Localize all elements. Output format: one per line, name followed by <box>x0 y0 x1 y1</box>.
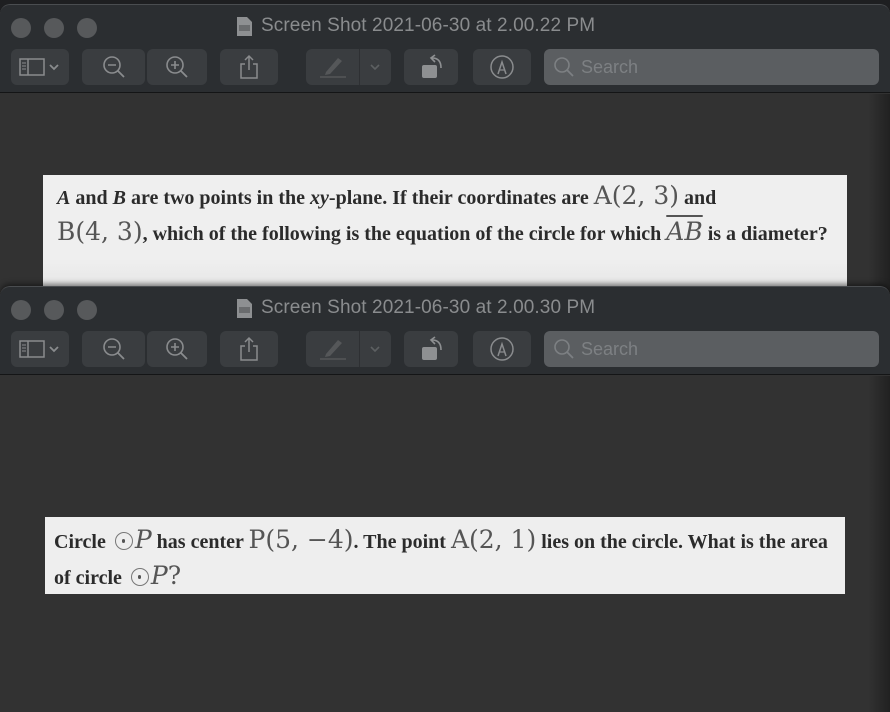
share-icon <box>240 336 258 361</box>
zoom-window-button[interactable] <box>77 18 97 38</box>
window-controls <box>11 300 97 320</box>
text: is a diameter? <box>702 223 828 245</box>
zoom-in-icon <box>166 338 188 360</box>
text: and <box>679 187 717 209</box>
zoom-in-button[interactable] <box>147 49 207 85</box>
rotate-icon <box>422 336 442 360</box>
sidebar-toggle-button[interactable] <box>11 49 69 85</box>
text: has center <box>151 531 249 553</box>
window-title: Screen Shot 2021-06-30 at 2.00.30 PM <box>236 295 595 321</box>
document-icon <box>237 16 252 36</box>
xy-text: xy <box>310 187 329 209</box>
var-p: P <box>150 561 168 590</box>
window-titlebar: Screen Shot 2021-06-30 at 2.00.30 PM <box>0 286 890 375</box>
highlight-menu-button[interactable] <box>360 49 390 85</box>
window-controls <box>11 18 97 38</box>
text: Circle <box>54 531 111 553</box>
preview-window-2: Screen Shot 2021-06-30 at 2.00.30 PM Sea… <box>0 286 890 712</box>
markup-icon <box>490 55 514 79</box>
sidebar-toggle-button[interactable] <box>11 331 69 367</box>
text: are two points in the <box>125 187 311 209</box>
zoom-out-button[interactable] <box>82 331 145 367</box>
close-button[interactable] <box>11 300 31 320</box>
minimize-button[interactable] <box>44 300 64 320</box>
center-coordinates: P(5, −4) <box>248 525 354 554</box>
question-text: Circle P has center P(5, −4). The point … <box>45 517 845 594</box>
rotate-icon <box>422 54 442 78</box>
highlighter-icon <box>319 58 346 78</box>
markup-button[interactable] <box>473 331 531 367</box>
segment-ab: AB <box>666 217 703 246</box>
var-p: P <box>134 525 152 554</box>
minimize-button[interactable] <box>44 18 64 38</box>
rotate-button[interactable] <box>404 49 458 85</box>
toolbar <box>0 331 890 367</box>
highlight-button[interactable] <box>306 49 360 85</box>
share-button[interactable] <box>220 49 278 85</box>
highlight-menu-button[interactable] <box>360 331 390 367</box>
markup-icon <box>490 337 514 361</box>
circle-dot-icon <box>130 568 149 586</box>
highlight-button-group <box>306 331 391 367</box>
search-field[interactable] <box>544 49 879 85</box>
document-canvas: A and B are two points in the xy-plane. … <box>0 94 890 294</box>
circle-dot-icon <box>114 532 133 550</box>
text: -plane. If their coordinates are <box>328 187 594 209</box>
zoom-out-icon <box>102 56 125 78</box>
preview-window-1: Screen Shot 2021-06-30 at 2.00.22 PM Sea… <box>0 4 890 294</box>
highlight-button[interactable] <box>306 331 360 367</box>
search-input[interactable] <box>581 56 861 78</box>
search-input[interactable] <box>581 338 861 360</box>
zoom-in-icon <box>166 56 188 78</box>
share-button[interactable] <box>220 331 278 367</box>
text: and <box>70 187 113 209</box>
toolbar <box>0 49 890 85</box>
window-titlebar: Screen Shot 2021-06-30 at 2.00.22 PM <box>0 4 890 93</box>
sidebar-icon <box>19 340 59 358</box>
document-icon <box>237 298 252 318</box>
zoom-window-button[interactable] <box>77 300 97 320</box>
rotate-button[interactable] <box>404 331 458 367</box>
zoom-out-icon <box>102 338 125 360</box>
var-b: B <box>112 187 126 209</box>
window-title: Screen Shot 2021-06-30 at 2.00.22 PM <box>236 13 595 39</box>
point-a-coordinates: A(2, 3) <box>593 181 679 210</box>
question-text: A and B are two points in the xy-plane. … <box>43 175 847 294</box>
point-b-coordinates: B(4, 3) <box>57 217 143 246</box>
var-a: A <box>57 187 71 209</box>
close-button[interactable] <box>11 18 31 38</box>
point-a-coordinates: A(2, 1) <box>450 525 537 554</box>
text: , which of the following is the equation… <box>142 223 667 245</box>
question-mark: ? <box>167 561 182 590</box>
sidebar-icon <box>19 58 59 76</box>
window-title-text: Screen Shot 2021-06-30 at 2.00.22 PM <box>261 15 596 36</box>
text: . The point <box>353 531 451 553</box>
share-icon <box>240 54 258 79</box>
window-title-text: Screen Shot 2021-06-30 at 2.00.30 PM <box>261 297 596 318</box>
zoom-out-button[interactable] <box>82 49 145 85</box>
document-canvas: Circle P has center P(5, −4). The point … <box>0 376 890 712</box>
chevron-down-icon <box>370 346 380 353</box>
highlighter-icon <box>319 340 346 360</box>
search-field[interactable] <box>544 331 879 367</box>
search-icon <box>554 57 574 77</box>
zoom-in-button[interactable] <box>147 331 207 367</box>
chevron-down-icon <box>370 64 380 71</box>
highlight-button-group <box>306 49 391 85</box>
markup-button[interactable] <box>473 49 531 85</box>
search-icon <box>554 339 574 359</box>
